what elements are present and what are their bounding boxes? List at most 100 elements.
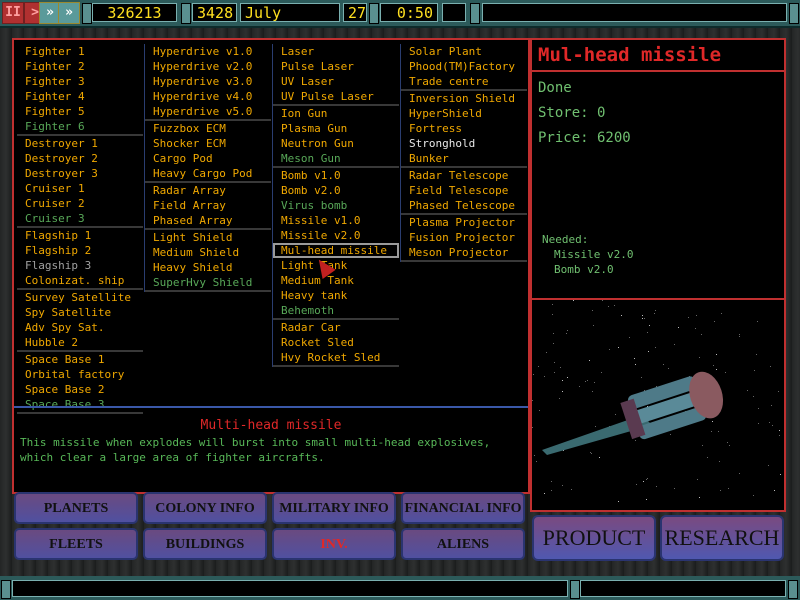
nav-button-planets[interactable]: PLANETS [14, 492, 138, 524]
inventory-item[interactable]: Missile v1.0 [273, 213, 399, 228]
inventory-item[interactable]: Cruiser 2 [17, 196, 143, 211]
inventory-item[interactable]: Meson Projector [401, 245, 527, 260]
inventory-item[interactable]: Flagship 3 [17, 258, 143, 273]
inventory-item[interactable]: Phased Array [145, 213, 271, 228]
inventory-item[interactable]: Destroyer 1 [17, 136, 143, 151]
inventory-item[interactable]: Medium Tank [273, 273, 399, 288]
store-text: Store: 0 [538, 105, 606, 121]
message-display [482, 3, 787, 22]
item-image [530, 300, 786, 512]
description-body: This missile when explodes will burst in… [20, 436, 491, 464]
inventory-item[interactable]: Plasma Gun [273, 121, 399, 136]
inventory-item[interactable]: Fusion Projector [401, 230, 527, 245]
inventory-item[interactable]: Cargo Pod [145, 151, 271, 166]
inventory-item[interactable]: Pulse Laser [273, 59, 399, 74]
inventory-item[interactable]: Hyperdrive v2.0 [145, 59, 271, 74]
inventory-column: Solar Plant Phood(TM)Factory Trade centre I… [400, 44, 527, 262]
inventory-item[interactable]: HyperShield [401, 106, 527, 121]
nav-button-financial-info[interactable]: FINANCIAL INFO [401, 492, 525, 524]
inventory-item[interactable]: Heavy Cargo Pod [145, 166, 271, 181]
nav-button-aliens[interactable]: ALIENS [401, 528, 525, 560]
nav-button-colony-info[interactable]: COLONY INFO [143, 492, 267, 524]
pause-button[interactable]: II [2, 2, 24, 24]
inventory-item[interactable]: Ion Gun [273, 106, 399, 121]
inventory-item[interactable]: SuperHvy Shield [145, 275, 271, 290]
inventory-item[interactable]: Destroyer 3 [17, 166, 143, 181]
inventory-item[interactable]: Inversion Shield [401, 91, 527, 106]
inventory-item[interactable]: Space Base 1 [17, 352, 143, 367]
inventory-item[interactable]: Laser [273, 44, 399, 59]
inventory-item[interactable]: Bunker [401, 151, 527, 166]
inventory-item[interactable]: Flagship 2 [17, 243, 143, 258]
nav-button-military-info[interactable]: MILITARY INFO [272, 492, 396, 524]
inventory-item[interactable]: Shocker ECM [145, 136, 271, 151]
inventory-item[interactable]: Plasma Projector [401, 215, 527, 230]
inventory-item[interactable]: Fighter 3 [17, 74, 143, 89]
inventory-item[interactable]: Solar Plant [401, 44, 527, 59]
inventory-item[interactable]: UV Laser [273, 74, 399, 89]
navigation-grid: PLANETS COLONY INFO MILITARY INFO FINANCIAL… [14, 492, 530, 562]
inventory-item[interactable]: Radar Array [145, 183, 271, 198]
nav-button-inv[interactable]: INV. [272, 528, 396, 560]
inventory-group: Radar Telescope Field Telescope Phased Tel… [401, 168, 527, 215]
nav-button-fleets[interactable]: FLEETS [14, 528, 138, 560]
inventory-item[interactable]: Destroyer 2 [17, 151, 143, 166]
inventory-item[interactable]: Hvy Rocket Sled [273, 350, 399, 365]
inventory-item[interactable]: Orbital factory [17, 367, 143, 382]
inventory-item[interactable]: Radar Car [273, 320, 399, 335]
inventory-item[interactable]: Fighter 5 [17, 104, 143, 119]
research-button[interactable]: RESEARCH [660, 515, 784, 561]
inventory-item[interactable]: Survey Satellite [17, 290, 143, 305]
inventory-column: Fighter 1 Fighter 2 Fighter 3 Fighter 4 Figh… [17, 44, 143, 414]
inventory-item[interactable]: Neutron Gun [273, 136, 399, 151]
inventory-column: Hyperdrive v1.0 Hyperdrive v2.0 Hyperdrive… [144, 44, 271, 292]
inventory-item[interactable]: Hubble 2 [17, 335, 143, 350]
inventory-item[interactable]: Fuzzbox ECM [145, 121, 271, 136]
inventory-item[interactable]: Field Array [145, 198, 271, 213]
product-button[interactable]: PRODUCT [532, 515, 656, 561]
inventory-item[interactable]: Adv Spy Sat. [17, 320, 143, 335]
inventory-item[interactable]: UV Pulse Laser [273, 89, 399, 104]
inventory-item[interactable]: Stronghold [401, 136, 527, 151]
inventory-item[interactable]: Missile v2.0 [273, 228, 399, 243]
inventory-item[interactable]: Phased Telescope [401, 198, 527, 213]
inventory-item[interactable]: Fighter 1 [17, 44, 143, 59]
faster-forward-button[interactable]: » [58, 2, 80, 24]
inventory-item[interactable]: Hyperdrive v1.0 [145, 44, 271, 59]
inventory-item[interactable]: Hyperdrive v4.0 [145, 89, 271, 104]
inventory-group: Ion Gun Plasma Gun Neutron Gun Meson Gun [273, 106, 399, 168]
inventory-item[interactable]: Fighter 4 [17, 89, 143, 104]
inventory-item[interactable]: Hyperdrive v5.0 [145, 104, 271, 119]
knob-icon [82, 3, 92, 24]
inventory-group: Solar Plant Phood(TM)Factory Trade centre [401, 44, 527, 91]
inventory-item[interactable]: Behemoth [273, 303, 399, 318]
inventory-item[interactable]: Radar Telescope [401, 168, 527, 183]
bottom-status-bar [0, 576, 800, 600]
inventory-item[interactable]: Cruiser 3 [17, 211, 143, 226]
needed-label: Needed: [542, 233, 589, 246]
inventory-item[interactable]: Space Base 2 [17, 382, 143, 397]
inventory-item[interactable]: Bomb v2.0 [273, 183, 399, 198]
inventory-item[interactable]: Hyperdrive v3.0 [145, 74, 271, 89]
inventory-item[interactable]: Virus bomb [273, 198, 399, 213]
inventory-item[interactable]: Light Tank [273, 258, 399, 273]
inventory-item[interactable]: Light Shield [145, 230, 271, 245]
inventory-item[interactable]: Heavy tank [273, 288, 399, 303]
inventory-item[interactable]: Bomb v1.0 [273, 168, 399, 183]
inventory-item[interactable]: Flagship 1 [17, 228, 143, 243]
inventory-item[interactable]: Field Telescope [401, 183, 527, 198]
inventory-item[interactable]: Medium Shield [145, 245, 271, 260]
inventory-item[interactable]: Fighter 2 [17, 59, 143, 74]
inventory-item[interactable]: Fortress [401, 121, 527, 136]
inventory-item[interactable]: Fighter 6 [17, 119, 143, 134]
inventory-item[interactable]: Colonizat. ship [17, 273, 143, 288]
inventory-item[interactable]: Cruiser 1 [17, 181, 143, 196]
inventory-item-selected[interactable]: Mul-head missile [273, 243, 399, 258]
inventory-item[interactable]: Trade centre [401, 74, 527, 89]
inventory-item[interactable]: Heavy Shield [145, 260, 271, 275]
inventory-item[interactable]: Phood(TM)Factory [401, 59, 527, 74]
inventory-item[interactable]: Spy Satellite [17, 305, 143, 320]
nav-button-buildings[interactable]: BUILDINGS [143, 528, 267, 560]
inventory-item[interactable]: Rocket Sled [273, 335, 399, 350]
inventory-item[interactable]: Meson Gun [273, 151, 399, 166]
